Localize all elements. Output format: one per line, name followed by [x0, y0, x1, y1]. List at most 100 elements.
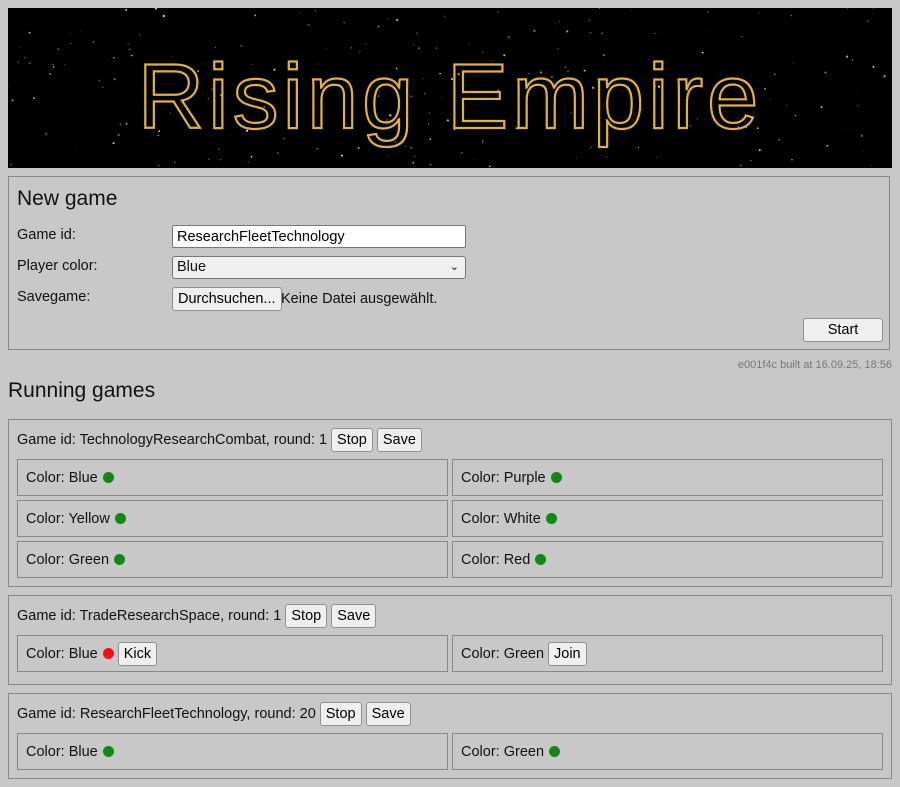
start-button[interactable]: Start	[803, 318, 883, 342]
star	[341, 154, 343, 157]
star	[413, 155, 416, 158]
build-info: e001f4c built at 16.09.25, 18:56	[737, 359, 892, 371]
player-color-text: Color: Blue	[26, 645, 98, 662]
star	[102, 86, 104, 89]
new-game-heading: New game	[17, 187, 118, 210]
star	[396, 18, 399, 22]
star	[8, 85, 9, 87]
star	[17, 61, 20, 64]
star	[156, 13, 158, 15]
save-button[interactable]: Save	[376, 428, 422, 452]
star	[601, 32, 603, 35]
chevron-down-icon: ⌄	[449, 261, 459, 273]
game-title: Game id: ResearchFleetTechnology, round:…	[17, 706, 316, 722]
player-color-text: Color: Purple	[461, 469, 546, 486]
star	[656, 156, 657, 158]
star	[778, 139, 780, 141]
browse-file-button[interactable]: Durchsuchen...	[172, 287, 282, 311]
star	[250, 155, 253, 158]
star	[220, 159, 222, 161]
online-status-icon	[549, 746, 561, 757]
star	[599, 8, 600, 9]
star	[343, 21, 345, 24]
online-status-icon	[102, 746, 114, 757]
star	[758, 149, 761, 152]
star	[254, 14, 257, 17]
star	[750, 159, 752, 162]
star	[299, 12, 301, 13]
star	[162, 14, 165, 18]
star	[847, 8, 849, 9]
star	[125, 9, 128, 11]
star	[157, 165, 160, 167]
player-slot: Color: Purple	[452, 459, 883, 496]
game-id-label: Game id:	[17, 227, 76, 243]
stop-button[interactable]: Stop	[331, 428, 373, 452]
star	[758, 12, 760, 14]
star	[57, 48, 59, 50]
star	[883, 75, 886, 78]
player-slot: Color: Red	[452, 541, 883, 578]
save-button[interactable]: Save	[331, 604, 377, 628]
app-logo-title: Rising Empire	[138, 46, 763, 148]
star	[316, 147, 319, 150]
game-card: Game id: TechnologyResearchCombat, round…	[8, 419, 892, 587]
join-button[interactable]: Join	[548, 641, 587, 666]
star	[846, 55, 849, 58]
star	[49, 73, 52, 75]
star	[869, 35, 871, 37]
star	[798, 98, 799, 100]
new-game-panel: New game Game id: Player color: Blue ⌄ S…	[8, 176, 890, 350]
save-button[interactable]: Save	[365, 702, 411, 726]
star	[857, 104, 859, 107]
star	[872, 65, 875, 68]
star	[64, 64, 66, 66]
file-status-text: Keine Datei ausgewählt.	[281, 291, 438, 307]
star	[460, 151, 464, 154]
online-status-icon	[535, 554, 547, 565]
player-slot: Color: Green Join	[452, 635, 883, 672]
star	[277, 152, 279, 155]
player-slot: Color: White	[452, 500, 883, 537]
star	[154, 8, 157, 10]
player-color-text: Color: Red	[461, 551, 531, 568]
game-header: Game id: ResearchFleetTechnology, round:…	[17, 702, 411, 726]
star	[605, 156, 607, 158]
star	[791, 159, 793, 161]
player-color-text: Color: Blue	[26, 469, 98, 486]
star	[655, 33, 657, 35]
star	[558, 21, 561, 23]
star	[707, 11, 709, 13]
online-status-icon	[114, 513, 126, 524]
player-color-select[interactable]: Blue ⌄	[172, 256, 466, 279]
stop-button[interactable]: Stop	[285, 604, 328, 628]
game-title: Game id: TechnologyResearchCombat, round…	[17, 432, 328, 448]
player-color-value: Blue	[177, 259, 207, 275]
kick-button[interactable]: Kick	[117, 641, 158, 666]
player-slot: Color: Green	[452, 733, 883, 770]
online-status-icon	[545, 513, 557, 524]
stop-button[interactable]: Stop	[319, 702, 362, 726]
star	[125, 122, 128, 125]
player-slot: Color: Green	[17, 541, 448, 578]
star	[855, 89, 857, 91]
star	[52, 66, 55, 68]
star	[588, 19, 590, 22]
player-color-label: Player color:	[17, 258, 98, 274]
star	[774, 73, 776, 75]
star	[739, 164, 742, 167]
star	[11, 99, 14, 102]
star	[468, 43, 470, 45]
star	[365, 43, 367, 45]
star	[871, 164, 873, 166]
player-color-text: Color: Blue	[26, 743, 98, 760]
star	[824, 71, 827, 74]
star	[794, 114, 797, 117]
star	[29, 62, 31, 64]
star	[24, 56, 26, 59]
game-id-input[interactable]	[172, 225, 466, 248]
star	[377, 25, 380, 28]
star	[138, 34, 140, 36]
star	[117, 133, 120, 137]
star	[873, 8, 874, 10]
